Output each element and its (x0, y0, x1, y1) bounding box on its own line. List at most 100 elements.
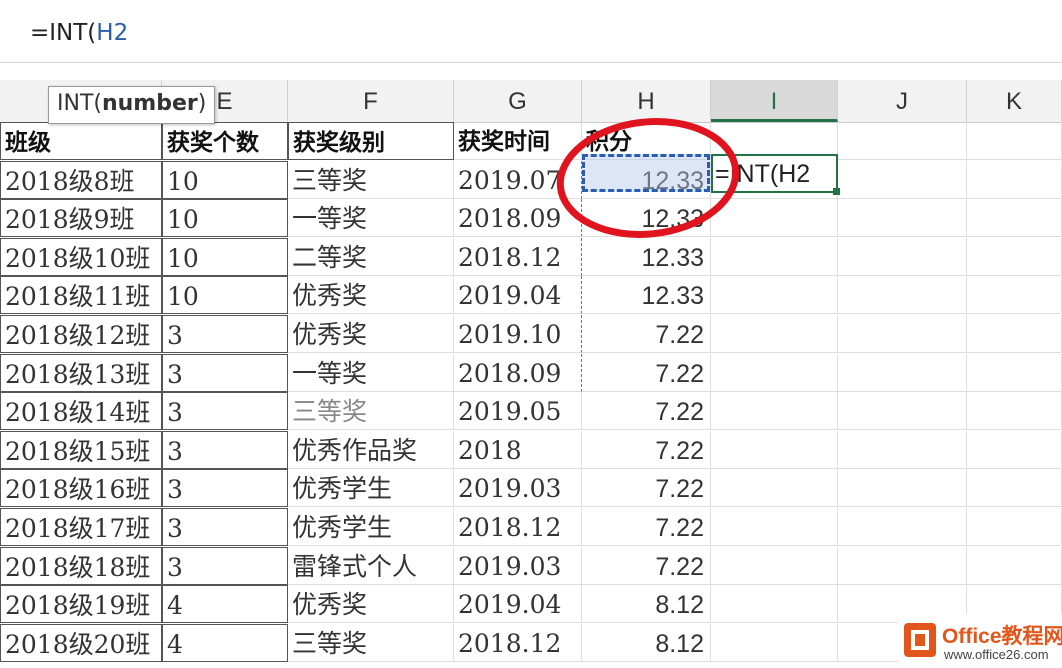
formula-bar[interactable]: =INT(H2 (0, 0, 1062, 74)
fill-handle[interactable] (833, 188, 840, 195)
cell-h[interactable]: 12.33 (582, 160, 711, 199)
cell-e[interactable]: 10 (162, 237, 288, 276)
cell-e[interactable]: 3 (162, 546, 288, 585)
cell-j[interactable] (838, 122, 967, 160)
formula-input[interactable]: =INT(H2 (30, 20, 128, 46)
column-header-f[interactable]: F (288, 80, 454, 122)
cell-d[interactable]: 2018级10班 (0, 237, 162, 276)
cell-k[interactable] (967, 508, 1062, 546)
cell-g[interactable]: 2018.09 (454, 199, 582, 238)
cell-j[interactable] (838, 199, 967, 238)
cell-f[interactable]: 优秀作品奖 (288, 430, 454, 469)
cell-i[interactable] (711, 237, 838, 276)
cell-d[interactable]: 2018级9班 (0, 199, 162, 238)
cell-h[interactable]: 7.22 (582, 546, 711, 585)
column-header-i[interactable]: I (711, 80, 838, 122)
cell-i[interactable] (711, 585, 838, 624)
cell-j[interactable] (838, 430, 967, 469)
cell-f[interactable]: 一等奖 (288, 199, 454, 238)
cell-d[interactable]: 2018级13班 (0, 353, 162, 392)
cell-h[interactable]: 12.33 (582, 237, 711, 276)
cell-k[interactable] (967, 546, 1062, 585)
cell-f[interactable]: 三等奖 (288, 623, 454, 662)
cell-i[interactable] (711, 392, 838, 431)
cell-f[interactable]: 三等奖 (288, 392, 454, 431)
cell-g[interactable]: 2019.03 (454, 546, 582, 585)
cell-d[interactable]: 2018级20班 (0, 623, 162, 662)
cell-h[interactable]: 7.22 (582, 508, 711, 546)
cell-g[interactable]: 2019.03 (454, 469, 582, 508)
cell-g[interactable]: 2019.07 (454, 160, 582, 199)
cell-h[interactable]: 积分 (582, 122, 711, 160)
cell-g[interactable]: 2019.04 (454, 585, 582, 624)
cell-g[interactable]: 2019.10 (454, 315, 582, 353)
cell-g[interactable]: 2018.09 (454, 353, 582, 392)
cell-j[interactable] (838, 469, 967, 508)
cell-e[interactable]: 3 (162, 469, 288, 508)
cell-i[interactable] (711, 276, 838, 315)
cell-j[interactable] (838, 353, 967, 392)
cell-e[interactable]: 获奖个数 (162, 122, 288, 160)
cell-h[interactable]: 7.22 (582, 392, 711, 431)
active-cell-editor[interactable]: =INT(H2 (711, 154, 838, 193)
cell-g[interactable]: 获奖时间 (454, 122, 582, 160)
cell-h[interactable]: 7.22 (582, 469, 711, 508)
cell-d[interactable]: 2018级17班 (0, 508, 162, 546)
cell-k[interactable] (967, 276, 1062, 315)
cell-f[interactable]: 二等奖 (288, 237, 454, 276)
spreadsheet-grid[interactable]: 班级 获奖个数 获奖级别 获奖时间 积分 2018级8班 10 三等奖 2019.07 12.33… (0, 122, 1062, 668)
cell-h[interactable]: 7.22 (582, 315, 711, 353)
cell-e[interactable]: 4 (162, 623, 288, 662)
cell-k[interactable] (967, 237, 1062, 276)
cell-g[interactable]: 2018.12 (454, 508, 582, 546)
cell-e[interactable]: 4 (162, 585, 288, 624)
cell-k[interactable] (967, 430, 1062, 469)
cell-h[interactable]: 8.12 (582, 623, 711, 662)
cell-f[interactable]: 优秀奖 (288, 315, 454, 353)
cell-k[interactable] (967, 353, 1062, 392)
cell-i[interactable] (711, 546, 838, 585)
column-header-g[interactable]: G (454, 80, 582, 122)
cell-i[interactable] (711, 199, 838, 238)
cell-h[interactable]: 7.22 (582, 353, 711, 392)
cell-j[interactable] (838, 546, 967, 585)
cell-e[interactable]: 10 (162, 199, 288, 238)
cell-h[interactable]: 8.12 (582, 585, 711, 624)
cell-i[interactable] (711, 623, 838, 662)
cell-e[interactable]: 3 (162, 353, 288, 392)
cell-d[interactable]: 2018级8班 (0, 160, 162, 199)
cell-j[interactable] (838, 160, 967, 199)
cell-e[interactable]: 3 (162, 392, 288, 431)
tooltip-argument[interactable]: number (102, 91, 198, 116)
cell-j[interactable] (838, 392, 967, 431)
cell-d[interactable]: 2018级14班 (0, 392, 162, 431)
cell-f[interactable]: 优秀奖 (288, 276, 454, 315)
cell-h[interactable]: 12.33 (582, 199, 711, 238)
cell-d[interactable]: 班级 (0, 122, 162, 160)
cell-g[interactable]: 2019.05 (454, 392, 582, 431)
cell-j[interactable] (838, 508, 967, 546)
cell-d[interactable]: 2018级19班 (0, 585, 162, 624)
cell-f[interactable]: 优秀学生 (288, 469, 454, 508)
cell-j[interactable] (838, 276, 967, 315)
cell-d[interactable]: 2018级16班 (0, 469, 162, 508)
cell-e[interactable]: 10 (162, 160, 288, 199)
cell-i[interactable] (711, 353, 838, 392)
cell-g[interactable]: 2019.04 (454, 276, 582, 315)
cell-f[interactable]: 优秀学生 (288, 508, 454, 546)
cell-i[interactable] (711, 315, 838, 353)
cell-k[interactable] (967, 199, 1062, 238)
cell-d[interactable]: 2018级11班 (0, 276, 162, 315)
cell-i[interactable] (711, 430, 838, 469)
cell-g[interactable]: 2018.12 (454, 623, 582, 662)
cell-i[interactable] (711, 469, 838, 508)
cell-k[interactable] (967, 392, 1062, 431)
cell-g[interactable]: 2018.12 (454, 237, 582, 276)
cell-f[interactable]: 三等奖 (288, 160, 454, 199)
cell-k[interactable] (967, 122, 1062, 160)
cell-j[interactable] (838, 237, 967, 276)
cell-i[interactable] (711, 508, 838, 546)
cell-e[interactable]: 3 (162, 430, 288, 469)
column-header-h[interactable]: H (582, 80, 711, 122)
cell-e[interactable]: 3 (162, 508, 288, 546)
